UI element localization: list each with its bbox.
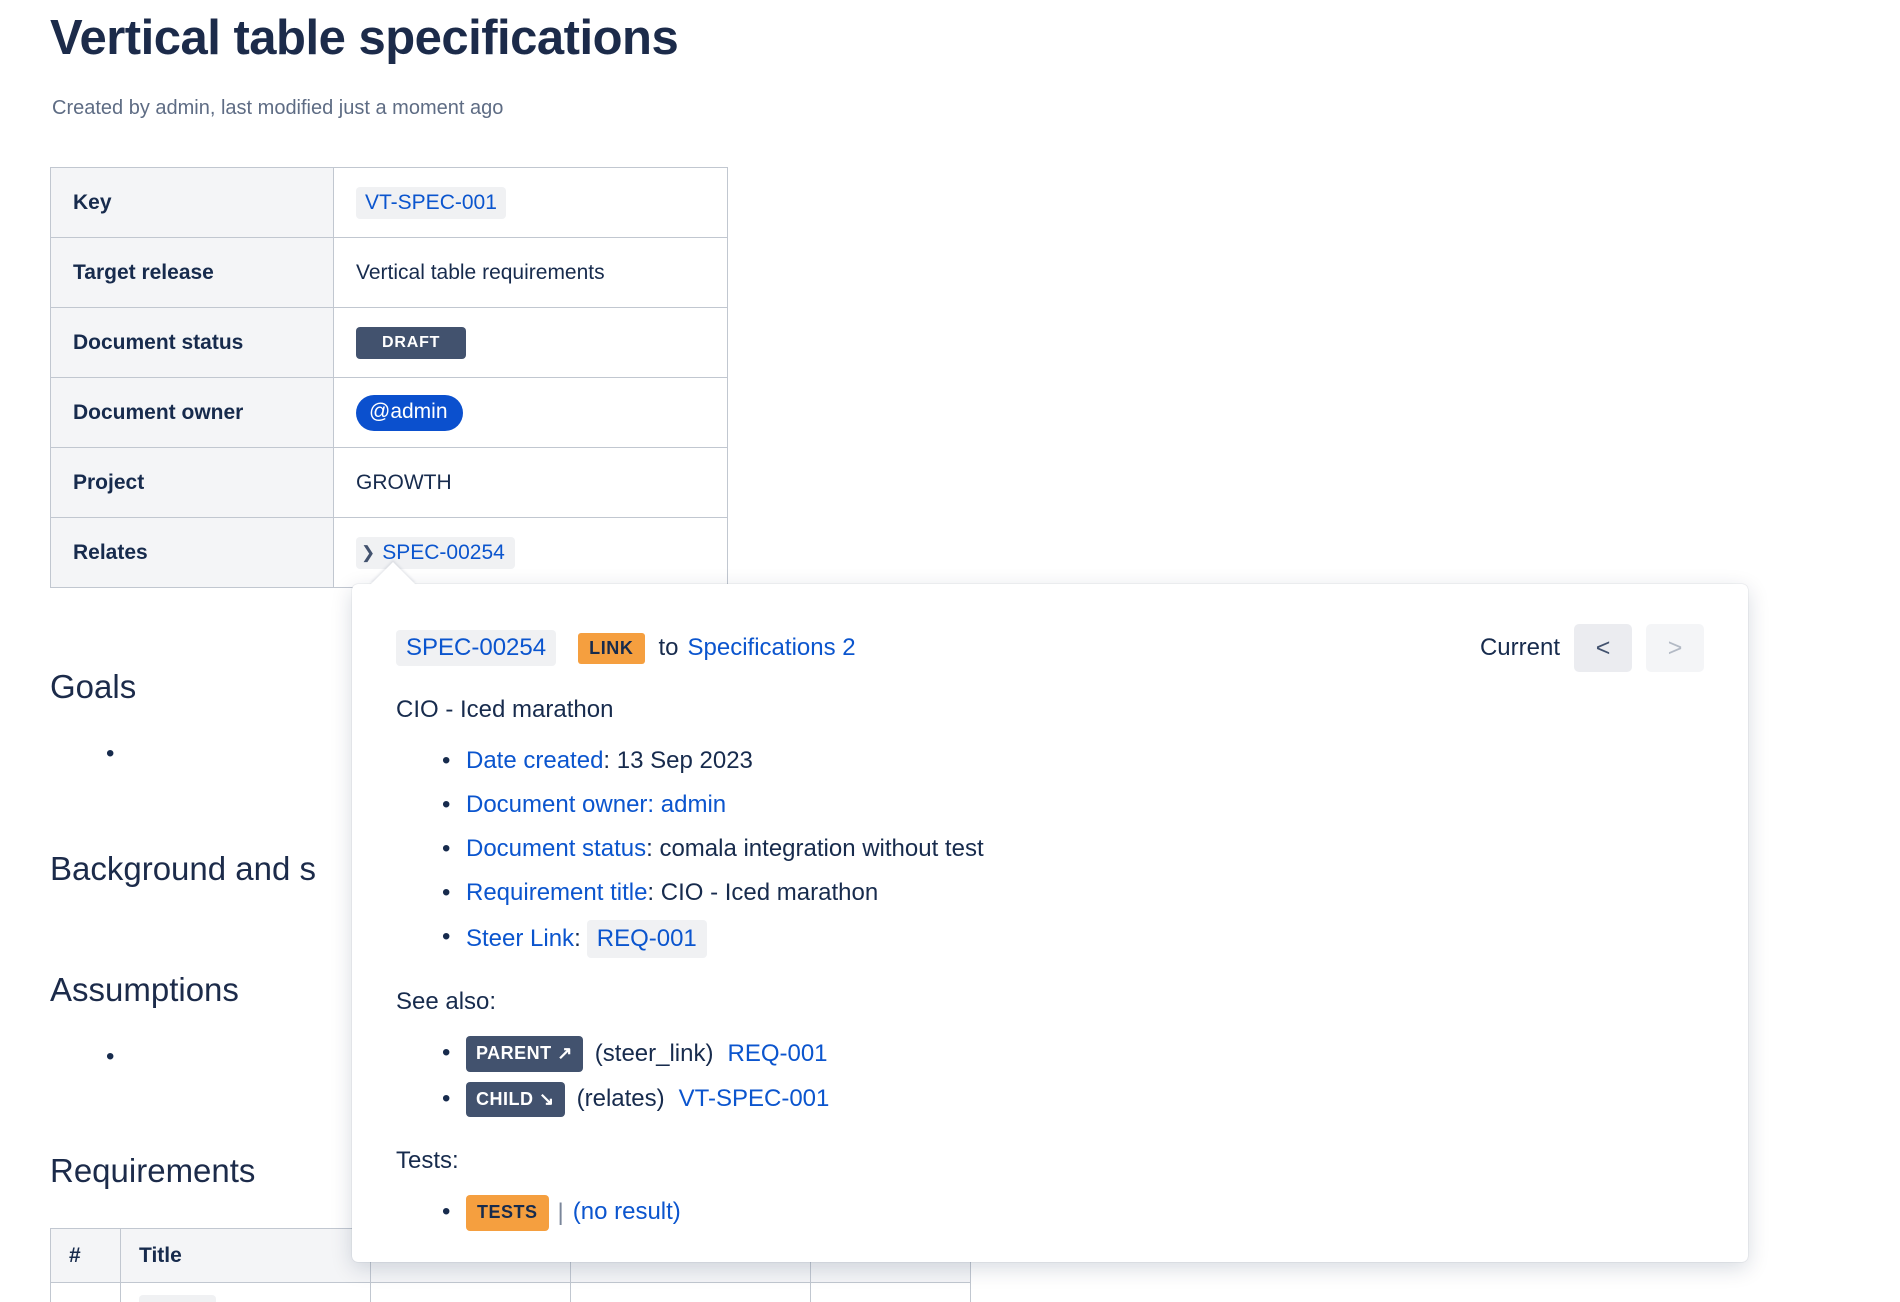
page-subtitle: Created by admin, last modified just a m… (52, 94, 503, 122)
section-heading-requirements: Requirements (50, 1152, 255, 1190)
see-also-list: PARENT ↗ (steer_link) REQ-001 CHILD ↘ (rela… (396, 1036, 1704, 1117)
field-label-date-created[interactable]: Date created (466, 747, 603, 774)
page-title: Vertical table specifications (50, 8, 678, 69)
property-value: GROWTH (334, 448, 728, 518)
parent-badge-label: PARENT (476, 1043, 552, 1063)
list-item: Steer Link:REQ-001 (466, 920, 1704, 958)
properties-table: Key VT-SPEC-001 Target release Vertical … (50, 167, 728, 588)
popover-subtitle: CIO - Iced marathon (396, 696, 1704, 724)
field-value-date-created: 13 Sep 2023 (617, 747, 753, 774)
previous-link-button[interactable]: < (1574, 624, 1632, 672)
table-row: Key VT-SPEC-001 (51, 168, 728, 238)
child-relation-key-link[interactable]: VT-SPEC-001 (679, 1085, 830, 1112)
column-header-title[interactable]: Title (121, 1229, 371, 1283)
property-value: VT-SPEC-001 (334, 168, 728, 238)
tests-result-link[interactable]: (no result) (573, 1199, 681, 1226)
section-heading-assumptions: Assumptions (50, 971, 239, 1009)
property-label: Target release (51, 238, 334, 308)
property-value: Vertical table requirements (334, 238, 728, 308)
tests-label: Tests: (396, 1147, 1704, 1175)
arrow-up-right-icon: ↗ (557, 1043, 573, 1063)
child-relation-type: (relates) (577, 1085, 665, 1112)
status-badge[interactable]: DRAFT (356, 327, 466, 359)
property-value: DRAFT (334, 308, 728, 378)
list-item: Document status: comala integration with… (466, 832, 1704, 866)
list-item: Date created: 13 Sep 2023 (466, 744, 1704, 778)
table-row: Document status DRAFT (51, 308, 728, 378)
goals-bullet-item (106, 740, 114, 768)
property-label: Relates (51, 518, 334, 588)
popover-connector-text: to (659, 634, 679, 662)
list-item: CHILD ↘ (relates) VT-SPEC-001 (466, 1082, 1704, 1118)
relation-type-badge: LINK (578, 633, 644, 664)
list-item: TESTS | (no result) (466, 1195, 1704, 1231)
requirement-key-chip[interactable] (139, 1295, 216, 1302)
popover-header-title-group: SPEC-00254 LINK to Specifications 2 (396, 630, 856, 666)
relates-link-label: SPEC-00254 (382, 541, 505, 564)
table-row (51, 1283, 971, 1302)
field-label-document-owner[interactable]: Document owner (466, 791, 647, 818)
current-label: Current (1480, 634, 1560, 662)
tests-badge: TESTS (466, 1195, 549, 1231)
document-page: Vertical table specifications Created by… (0, 0, 1900, 1302)
field-value-document-status: comala integration without test (659, 835, 983, 862)
assumptions-bullet-item (106, 1043, 114, 1071)
field-label-requirement-title[interactable]: Requirement title (466, 879, 647, 906)
requirement-cell-3 (371, 1283, 571, 1302)
link-preview-popover: SPEC-00254 LINK to Specifications 2 Curr… (352, 584, 1748, 1262)
property-value: @admin (334, 378, 728, 448)
table-row: Document owner @admin (51, 378, 728, 448)
property-label: Project (51, 448, 334, 518)
popover-source-key-chip[interactable]: SPEC-00254 (396, 630, 556, 666)
section-heading-background: Background and s (50, 850, 316, 888)
next-link-button[interactable]: > (1646, 624, 1704, 672)
list-item: PARENT ↗ (steer_link) REQ-001 (466, 1036, 1704, 1072)
parent-relation-badge: PARENT ↗ (466, 1036, 583, 1072)
field-label-steer-link[interactable]: Steer Link (466, 925, 574, 952)
chevron-right-icon[interactable]: ❯ (361, 543, 375, 563)
popover-arrow (370, 562, 416, 585)
property-label: Document status (51, 308, 334, 378)
parent-relation-key-link[interactable]: REQ-001 (727, 1040, 827, 1067)
requirement-cell-4 (571, 1283, 811, 1302)
section-heading-goals: Goals (50, 668, 136, 706)
popover-target-link[interactable]: Specifications 2 (688, 634, 856, 662)
user-mention-chip[interactable]: @admin (356, 395, 463, 431)
list-item: Requirement title: CIO - Iced marathon (466, 876, 1704, 910)
table-row: Target release Vertical table requiremen… (51, 238, 728, 308)
property-label: Key (51, 168, 334, 238)
field-label-document-status[interactable]: Document status (466, 835, 646, 862)
parent-relation-type: (steer_link) (595, 1040, 714, 1067)
property-label: Document owner (51, 378, 334, 448)
popover-pagination: Current < > (1480, 624, 1704, 672)
child-badge-label: CHILD (476, 1089, 534, 1109)
requirement-title-cell (121, 1283, 371, 1302)
popover-field-list: Date created: 13 Sep 2023 Document owner… (396, 744, 1704, 958)
field-value-steer-link-chip[interactable]: REQ-001 (587, 920, 707, 958)
tests-list: TESTS | (no result) (396, 1195, 1704, 1231)
requirement-cell-5 (811, 1283, 971, 1302)
requirement-number-cell (51, 1283, 121, 1302)
field-value-document-owner[interactable]: admin (661, 791, 726, 818)
list-item: Document owner: admin (466, 788, 1704, 822)
popover-header: SPEC-00254 LINK to Specifications 2 Curr… (396, 624, 1704, 672)
see-also-label: See also: (396, 988, 1704, 1016)
table-row: Project GROWTH (51, 448, 728, 518)
tests-separator: | (558, 1199, 564, 1226)
field-value-requirement-title: CIO - Iced marathon (661, 879, 878, 906)
key-chip-link[interactable]: VT-SPEC-001 (356, 187, 506, 219)
child-relation-badge: CHILD ↘ (466, 1082, 565, 1118)
column-header-number[interactable]: # (51, 1229, 121, 1283)
arrow-down-right-icon: ↘ (539, 1089, 555, 1109)
